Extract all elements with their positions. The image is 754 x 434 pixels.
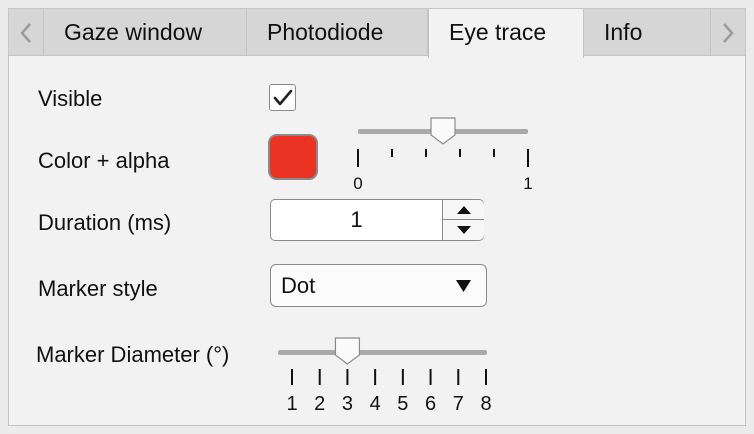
marker-diameter-slider[interactable]: 12345678 xyxy=(270,334,500,419)
tab-bar: Gaze window Photodiode Eye trace Info xyxy=(8,8,746,58)
triangle-down-icon xyxy=(456,280,471,292)
marker-diameter-tick-label: 6 xyxy=(425,393,436,415)
marker-diameter-slider-thumb[interactable] xyxy=(334,337,361,365)
duration-spinner: 1 xyxy=(270,199,484,241)
marker-diameter-tick-label: 2 xyxy=(314,393,325,415)
color-alpha-label: Color + alpha xyxy=(38,148,170,173)
duration-label: Duration (ms) xyxy=(38,210,172,235)
tab-scroll-left-button[interactable] xyxy=(9,9,44,56)
marker-style-value: Dot xyxy=(281,273,316,298)
chevron-right-icon xyxy=(723,22,734,43)
visible-checkbox[interactable] xyxy=(269,84,296,111)
alpha-slider-thumb[interactable] xyxy=(430,117,456,145)
tab-eye-trace[interactable]: Eye trace xyxy=(428,9,584,58)
tab-gaze-window[interactable]: Gaze window xyxy=(44,9,247,56)
marker-diameter-tick-label: 1 xyxy=(286,393,297,415)
marker-diameter-label: Marker Diameter (°) xyxy=(36,342,230,367)
tab-photodiode[interactable]: Photodiode xyxy=(247,9,428,56)
marker-diameter-tick-label: 7 xyxy=(453,393,464,415)
duration-increment-button[interactable] xyxy=(443,200,484,220)
triangle-up-icon xyxy=(456,205,471,214)
color-swatch-button[interactable] xyxy=(268,134,318,180)
marker-diameter-tick-label: 8 xyxy=(480,393,491,415)
alpha-min-label: 0 xyxy=(353,174,362,193)
triangle-down-icon xyxy=(456,226,471,234)
tab-scroll-right-button[interactable] xyxy=(710,9,745,56)
duration-decrement-button[interactable] xyxy=(443,220,484,240)
alpha-max-label: 1 xyxy=(523,174,532,193)
tab-info[interactable]: Info xyxy=(584,9,712,56)
chevron-left-icon xyxy=(20,22,31,43)
marker-diameter-tick-label: 3 xyxy=(342,393,353,415)
duration-input[interactable]: 1 xyxy=(271,200,442,240)
marker-diameter-tick-label: 4 xyxy=(370,393,381,415)
checkmark-icon xyxy=(273,89,292,105)
marker-diameter-slider-track xyxy=(278,350,487,355)
alpha-slider[interactable]: 0 1 xyxy=(350,110,540,195)
duration-spin-buttons xyxy=(442,200,484,240)
marker-style-dropdown[interactable]: Dot xyxy=(270,264,487,307)
marker-style-label: Marker style xyxy=(38,276,158,301)
marker-diameter-tick-label: 5 xyxy=(397,393,408,415)
visible-label: Visible xyxy=(38,86,103,111)
